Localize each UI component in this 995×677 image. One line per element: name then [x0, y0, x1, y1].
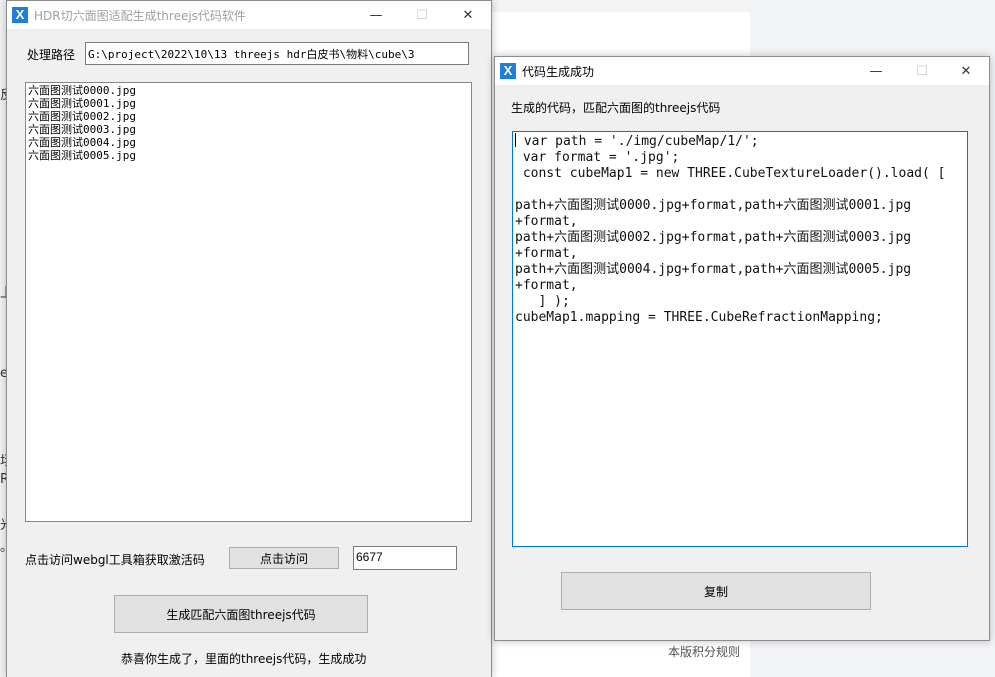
close-button[interactable]: ✕	[943, 57, 989, 85]
visit-label: 点击访问webgl工具箱获取激活码	[25, 553, 205, 567]
activation-code-input[interactable]: 6677	[353, 546, 457, 570]
status-text: 恭喜你生成了，里面的threejs代码，生成成功	[121, 652, 367, 666]
code-window-titlebar[interactable]: X 代码生成成功 — ☐ ✕	[495, 57, 989, 85]
main-window-titlebar[interactable]: X HDR切六面图适配生成threejs代码软件 — ☐ ✕	[7, 1, 491, 29]
code-textarea[interactable]: var path = './img/cubeMap/1/'; var forma…	[512, 131, 968, 547]
code-result-window: X 代码生成成功 — ☐ ✕ 生成的代码，匹配六面图的threejs代码 var…	[494, 56, 990, 641]
path-input[interactable]: G:\project\2022\10\13 threejs hdr白皮书\物料\…	[85, 42, 469, 65]
background-footer-link[interactable]: 本版积分规则	[668, 643, 740, 660]
list-item[interactable]: 六面图测试0003.jpg	[28, 123, 469, 136]
copy-button[interactable]: 复制	[561, 572, 871, 610]
list-item[interactable]: 六面图测试0002.jpg	[28, 110, 469, 123]
main-window: X HDR切六面图适配生成threejs代码软件 — ☐ ✕ 处理路径 G:\p…	[6, 0, 492, 677]
app-x-icon: X	[500, 63, 516, 79]
visit-button[interactable]: 点击访问	[229, 547, 339, 569]
generate-code-button[interactable]: 生成匹配六面图threejs代码	[114, 595, 368, 633]
code-window-title: 代码生成成功	[522, 64, 595, 79]
minimize-button[interactable]: —	[353, 1, 399, 29]
minimize-button[interactable]: —	[853, 57, 899, 85]
app-x-icon: X	[12, 7, 28, 23]
close-button[interactable]: ✕	[445, 1, 491, 29]
list-item[interactable]: 六面图测试0000.jpg	[28, 84, 469, 97]
list-item[interactable]: 六面图测试0001.jpg	[28, 97, 469, 110]
code-text: var path = './img/cubeMap/1/'; var forma…	[515, 134, 946, 325]
code-description: 生成的代码，匹配六面图的threejs代码	[511, 101, 721, 115]
file-list[interactable]: 六面图测试0000.jpg 六面图测试0001.jpg 六面图测试0002.jp…	[25, 82, 472, 522]
maximize-button[interactable]: ☐	[899, 57, 945, 85]
maximize-button[interactable]: ☐	[399, 1, 445, 29]
path-label: 处理路径	[27, 48, 76, 62]
main-window-title: HDR切六面图适配生成threejs代码软件	[34, 8, 246, 23]
list-item[interactable]: 六面图测试0004.jpg	[28, 136, 469, 149]
list-item[interactable]: 六面图测试0005.jpg	[28, 149, 469, 162]
